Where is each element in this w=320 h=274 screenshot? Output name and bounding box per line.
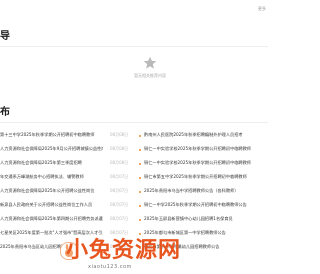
news-date: 08月07日 (110, 174, 129, 179)
news-title[interactable]: 七星关区2025年度第一批次"人才强市"暨高层次人才引进 (0, 230, 103, 236)
news-date: 08月08日 (110, 146, 129, 151)
news-title[interactable]: 2025年都匀市新城区第一中学招聘教师公告 (144, 230, 268, 236)
bullet-dot (139, 135, 141, 137)
news-title[interactable]: 新泉县人民政府关于公开招聘公益性岗位工作人员 (0, 202, 103, 208)
bullet-dot (139, 191, 141, 193)
bullet-dot (139, 219, 141, 221)
top-bar: 更多 (0, 0, 272, 22)
news-date: 08月07日 (110, 230, 129, 235)
section-recommend-divider (0, 46, 268, 47)
bullet-dot (139, 177, 141, 179)
section-news-title: 布 (0, 107, 10, 118)
bullet-dot (139, 205, 141, 207)
news-title[interactable]: 人力资源和社会保障局2025年9月公开招聘城镇公益性岗位 (0, 146, 103, 152)
bullet-dot (139, 149, 141, 151)
section-news-divider (0, 122, 268, 123)
news-title[interactable]: 人力资源和社会保障局2025年公开招聘公益性岗位 (0, 188, 103, 194)
star-icon (143, 56, 157, 69)
news-date: 08月07日 (110, 188, 129, 193)
empty-state-text: 暂无相关推荐内容 (134, 73, 166, 78)
bullet-dot (139, 163, 141, 165)
news-title[interactable]: 黔南州人民医院2025年秋季招聘编制外护理人员招考 (144, 132, 268, 138)
news-title[interactable]: 铜仁一中学2025年秋季学期公开招聘初中临聘教师公告 (144, 202, 268, 208)
news-date: 08月07日 (110, 216, 129, 221)
watermark: 小兔资源网 xiaotu123.com (60, 238, 272, 274)
news-title[interactable]: 年交通系万峰湖航务中心招聘执法、辅警教师 (0, 174, 103, 180)
news-title[interactable]: 铜仁一中实验学校2025年秋季学期公开招聘初中临聘教师 (144, 146, 268, 152)
news-title[interactable]: 铜仁一中实验学校2025年秋季学期公开招聘初中临聘教师 (144, 160, 268, 166)
news-title[interactable]: 2025年玉屏县新营镇中心幼儿园招聘1名保育员 (144, 216, 268, 222)
more-link[interactable]: 更多 (258, 6, 266, 12)
news-date: 08月08日 (110, 132, 129, 137)
news-title[interactable]: 人力资源和社会保障局2025年第三季度招聘 (0, 160, 103, 166)
news-date: 08月07日 (110, 202, 129, 207)
news-title[interactable]: 人力资源和社会保障局2025年第四期公开招聘劳务派遣人员 (0, 216, 103, 222)
news-date: 08月08日 (110, 160, 129, 165)
watermark-url: xiaotu123.com (88, 264, 132, 270)
section-recommend-title: 导 (0, 31, 10, 42)
watermark-title: 小兔资源网 (66, 238, 182, 263)
bullet-dot (139, 233, 141, 235)
news-title[interactable]: 2025年贵阳市乌当中学招聘教师公告（各科教师） (144, 188, 268, 194)
news-title[interactable]: 铜仁市第五中学2025年秋季学期公开招聘初中临聘教师 (144, 174, 268, 180)
news-title[interactable]: 第十三中学2025年秋季学期公开招聘初中临聘教师 (0, 132, 103, 138)
